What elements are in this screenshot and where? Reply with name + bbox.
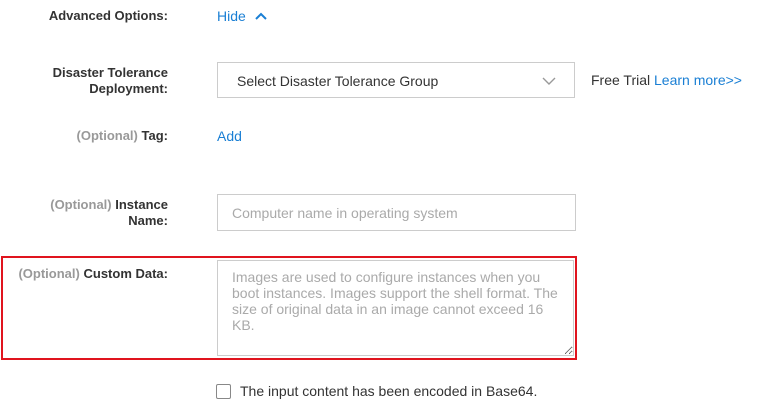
tag-optional-prefix: (Optional) [76,128,138,143]
chevron-down-icon [542,77,556,85]
instance-name-label: (Optional) Instance Name: [50,197,168,229]
disaster-tolerance-label-line2: Deployment: [89,81,168,96]
custom-data-textarea[interactable] [217,260,574,356]
free-trial-text: Free Trial [591,72,651,88]
advanced-options-label: Advanced Options: [49,8,168,24]
instance-name-label-line1: Instance [115,197,168,212]
base64-checkbox-row[interactable]: The input content has been encoded in Ba… [216,381,537,401]
base64-checkbox-label: The input content has been encoded in Ba… [240,383,538,399]
custom-data-label: (Optional) Custom Data: [18,266,168,282]
instance-name-label-line2: Name: [128,213,168,228]
advanced-options-form: Advanced Options: Hide Disaster Toleranc… [0,0,763,410]
custom-data-label-text: Custom Data: [83,266,168,281]
disaster-tolerance-label: Disaster Tolerance Deployment: [53,65,168,97]
base64-checkbox[interactable] [216,383,231,399]
hide-advanced-options-toggle[interactable]: Hide [217,7,268,25]
tag-label-text: Tag: [141,128,168,143]
chevron-up-icon [255,12,267,20]
add-tag-link[interactable]: Add [217,127,242,145]
hide-toggle-label: Hide [217,8,246,24]
disaster-tolerance-group-select[interactable]: Select Disaster Tolerance Group [217,62,575,98]
free-trial-note: Free Trial Learn more>> [591,71,742,89]
custom-data-optional-prefix: (Optional) [18,266,80,281]
tag-label: (Optional) Tag: [77,128,169,144]
learn-more-link[interactable]: Learn more>> [654,72,742,88]
disaster-tolerance-label-line1: Disaster Tolerance [52,65,168,80]
instance-name-input[interactable] [217,194,576,231]
disaster-tolerance-select-value: Select Disaster Tolerance Group [237,73,439,89]
instance-name-optional-prefix: (Optional) [50,197,112,212]
advanced-options-label-text: Advanced Options: [48,8,168,23]
